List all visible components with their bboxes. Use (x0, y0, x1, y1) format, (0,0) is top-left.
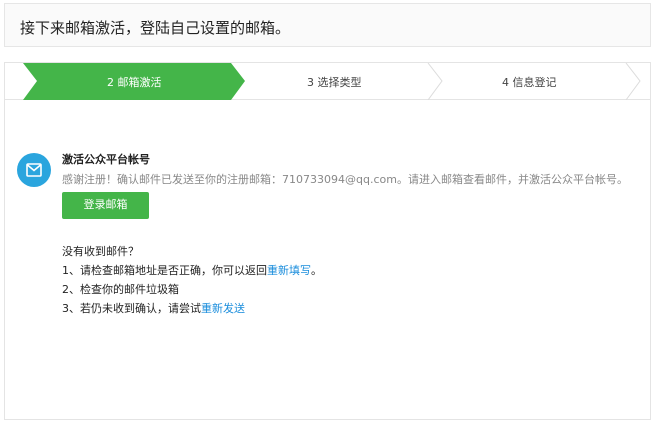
login-mailbox-button[interactable]: 登录邮箱 (62, 192, 149, 219)
step-info-registration: 4 信息登记 (502, 76, 557, 89)
refill-link[interactable]: 重新填写 (267, 264, 311, 277)
activation-description: 感谢注册！确认邮件已发送至你的注册邮箱：710733094@qq.com。请进入… (62, 173, 628, 186)
help-item-3: 3、若仍未收到确认，请尝试重新发送 (62, 300, 245, 316)
step-3-arrow (625, 63, 641, 100)
help-item-3-text: 3、若仍未收到确认，请尝试 (62, 302, 201, 315)
help-title: 没有收到邮件？ (62, 245, 139, 258)
help-item-1: 1、请检查邮箱地址是否正确，你可以返回重新填写。 (62, 262, 322, 278)
help-item-2: 2、检查你的邮件垃圾箱 (62, 281, 179, 297)
step-2-arrow (427, 63, 443, 100)
mail-icon (17, 153, 51, 187)
help-item-1-text: 1、请检查邮箱地址是否正确，你可以返回 (62, 264, 267, 277)
step-mail-activation: 2 邮箱激活 (107, 76, 162, 89)
activation-title: 激活公众平台帐号 (62, 153, 150, 166)
step-choose-type: 3 选择类型 (307, 76, 362, 89)
help-item-1-end: 。 (311, 264, 322, 277)
help-item-2-text: 2、检查你的邮件垃圾箱 (62, 283, 179, 296)
activation-panel: 2 邮箱激活 3 选择类型 4 信息登记 激活公众平台帐号 感谢注册！确认邮件已… (4, 62, 651, 420)
instruction-banner: 接下来邮箱激活，登陆自己设置的邮箱。 (4, 3, 651, 47)
step-progress-bar: 2 邮箱激活 3 选择类型 4 信息登记 (5, 63, 650, 100)
banner-text: 接下来邮箱激活，登陆自己设置的邮箱。 (20, 19, 291, 37)
resend-link[interactable]: 重新发送 (201, 302, 245, 315)
